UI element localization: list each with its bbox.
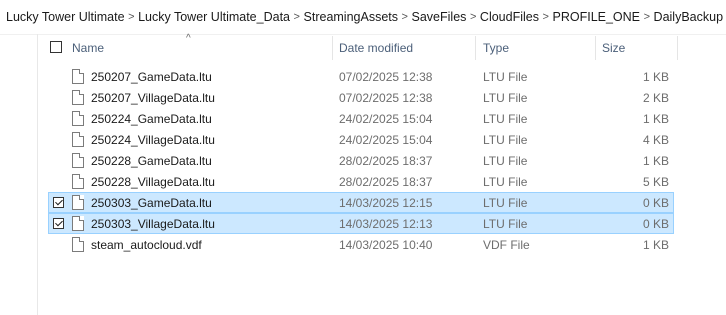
breadcrumb-item-cloudfiles[interactable]: CloudFiles: [477, 10, 542, 24]
file-name: 250224_VillageData.ltu: [91, 133, 215, 147]
column-divider[interactable]: [677, 36, 678, 60]
file-icon: [72, 153, 84, 168]
chevron-right-icon[interactable]: >: [643, 11, 651, 23]
file-name: 250207_VillageData.ltu: [91, 91, 215, 105]
breadcrumb: Lucky Tower Ultimate > Lucky Tower Ultim…: [0, 0, 726, 35]
file-type: LTU File: [483, 217, 528, 231]
file-date-modified: 24/02/2025 15:04: [339, 133, 433, 147]
breadcrumb-item-profile-one[interactable]: PROFILE_ONE: [550, 10, 644, 24]
file-type: LTU File: [483, 175, 528, 189]
breadcrumb-item-savefiles[interactable]: SaveFiles: [409, 10, 470, 24]
file-size: 1 KB: [642, 112, 669, 126]
file-type: LTU File: [483, 154, 528, 168]
column-header-row: Name ^ Date modified Type Size: [38, 33, 726, 62]
file-type: LTU File: [483, 112, 528, 126]
file-type: LTU File: [483, 70, 528, 84]
file-icon: [72, 111, 84, 126]
file-date-modified: 07/02/2025 12:38: [339, 70, 433, 84]
file-icon: [72, 195, 84, 210]
file-row[interactable]: 250207_VillageData.ltu 07/02/2025 12:38 LT…: [48, 87, 674, 108]
column-divider[interactable]: [595, 36, 596, 60]
file-row[interactable]: steam_autocloud.vdf 14/03/2025 10:40 VDF F…: [48, 234, 674, 255]
file-type: LTU File: [483, 196, 528, 210]
file-date-modified: 07/02/2025 12:38: [339, 91, 433, 105]
file-list: 250207_GameData.ltu 07/02/2025 12:38 LTU F…: [48, 66, 674, 255]
chevron-right-icon[interactable]: >: [469, 11, 477, 23]
file-name: steam_autocloud.vdf: [91, 238, 202, 252]
file-icon: [72, 132, 84, 147]
file-row[interactable]: 250207_GameData.ltu 07/02/2025 12:38 LTU F…: [48, 66, 674, 87]
file-type: LTU File: [483, 91, 528, 105]
file-size: 1 KB: [642, 238, 669, 252]
file-row[interactable]: 250303_VillageData.ltu 14/03/2025 12:13 LT…: [48, 213, 674, 234]
file-name: 250228_VillageData.ltu: [91, 175, 215, 189]
file-size: 1 KB: [642, 154, 669, 168]
column-header-size[interactable]: Size: [602, 34, 672, 62]
file-row[interactable]: 250228_VillageData.ltu 28/02/2025 18:37 LT…: [48, 171, 674, 192]
file-size: 2 KB: [642, 91, 669, 105]
column-divider[interactable]: [332, 36, 333, 60]
file-size: 4 KB: [642, 133, 669, 147]
file-row[interactable]: 250228_GameData.ltu 28/02/2025 18:37 LTU F…: [48, 150, 674, 171]
file-icon: [72, 69, 84, 84]
chevron-right-icon[interactable]: >: [293, 11, 301, 23]
file-name: 250303_VillageData.ltu: [91, 217, 215, 231]
file-icon: [72, 174, 84, 189]
file-size: 1 KB: [642, 70, 669, 84]
file-date-modified: 28/02/2025 18:37: [339, 154, 433, 168]
file-name: 250303_GameData.ltu: [91, 196, 212, 210]
column-header-type[interactable]: Type: [483, 34, 593, 62]
file-name: 250228_GameData.ltu: [91, 154, 212, 168]
file-type: LTU File: [483, 133, 528, 147]
file-row[interactable]: 250303_GameData.ltu 14/03/2025 12:15 LTU F…: [48, 192, 674, 213]
file-row[interactable]: 250224_VillageData.ltu 24/02/2025 15:04 LT…: [48, 129, 674, 150]
file-size: 0 KB: [642, 217, 669, 231]
column-divider[interactable]: [475, 36, 476, 60]
file-size: 0 KB: [642, 196, 669, 210]
file-size: 5 KB: [642, 175, 669, 189]
file-date-modified: 14/03/2025 10:40: [339, 238, 433, 252]
breadcrumb-item-lucky-tower-ultimate-data[interactable]: Lucky Tower Ultimate_Data: [135, 10, 293, 24]
select-all-checkbox[interactable]: [50, 41, 62, 53]
file-name: 250224_GameData.ltu: [91, 112, 212, 126]
file-icon: [72, 216, 84, 231]
file-name: 250207_GameData.ltu: [91, 70, 212, 84]
file-row[interactable]: 250224_GameData.ltu 24/02/2025 15:04 LTU F…: [48, 108, 674, 129]
file-date-modified: 14/03/2025 12:15: [339, 196, 433, 210]
breadcrumb-item-lucky-tower-ultimate[interactable]: Lucky Tower Ultimate: [0, 10, 128, 24]
file-date-modified: 14/03/2025 12:13: [339, 217, 433, 231]
chevron-right-icon[interactable]: >: [401, 11, 409, 23]
file-icon: [72, 90, 84, 105]
checkbox-icon[interactable]: [53, 197, 64, 208]
sort-ascending-icon: ^: [186, 33, 191, 44]
file-date-modified: 24/02/2025 15:04: [339, 112, 433, 126]
column-header-date-modified[interactable]: Date modified: [339, 34, 474, 62]
file-date-modified: 28/02/2025 18:37: [339, 175, 433, 189]
chevron-right-icon[interactable]: >: [128, 11, 136, 23]
column-header-name[interactable]: Name: [72, 34, 327, 62]
navigation-pane-edge: [37, 34, 38, 315]
chevron-right-icon[interactable]: >: [542, 11, 550, 23]
checkbox-icon[interactable]: [53, 218, 64, 229]
file-type: VDF File: [483, 238, 530, 252]
breadcrumb-item-streamingassets[interactable]: StreamingAssets: [301, 10, 401, 24]
breadcrumb-item-dailybackup[interactable]: DailyBackup: [651, 10, 726, 24]
file-icon: [72, 237, 84, 252]
